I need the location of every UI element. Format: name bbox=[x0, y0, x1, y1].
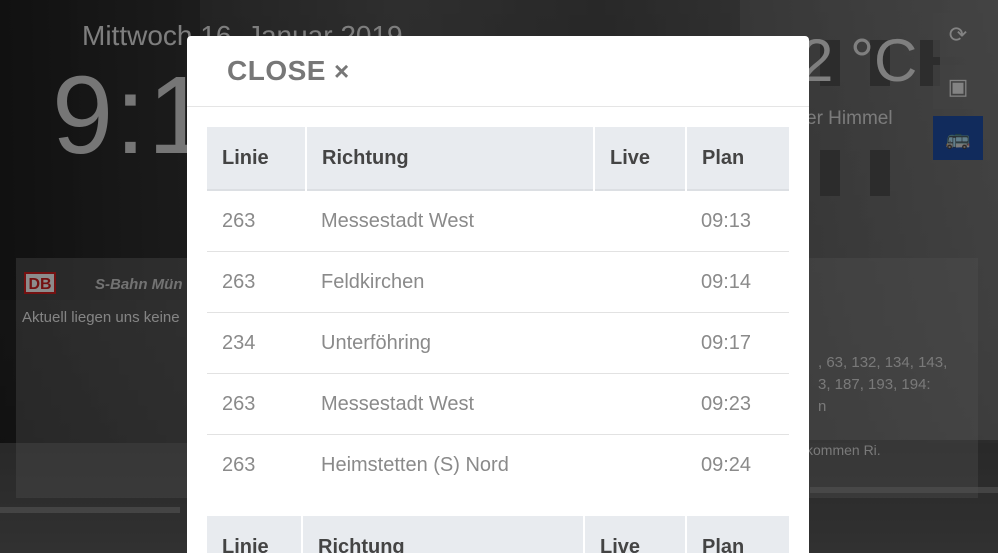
column-header-live: Live bbox=[594, 127, 687, 190]
cell-richtung: Unterföhring bbox=[306, 312, 594, 374]
column-header-linie: Linie bbox=[207, 516, 303, 553]
cell-live bbox=[594, 312, 686, 374]
column-header-richtung: Richtung bbox=[306, 127, 595, 190]
modal-header: CLOSE × bbox=[187, 36, 809, 107]
cell-linie: 263 bbox=[207, 373, 306, 435]
cell-richtung: Messestadt West bbox=[306, 189, 594, 252]
cell-linie: 263 bbox=[207, 434, 306, 495]
table-row: 263 Heimstetten (S) Nord 09:24 bbox=[207, 434, 789, 495]
cell-plan: 09:17 bbox=[686, 312, 789, 374]
departures-modal: CLOSE × Linie Richtung Live Plan 263 Mes… bbox=[187, 36, 809, 553]
column-header-linie: Linie bbox=[207, 127, 307, 190]
departures-table-second: Linie Richtung Live Plan bbox=[207, 516, 789, 553]
close-icon: × bbox=[333, 55, 350, 86]
cell-live bbox=[594, 373, 686, 435]
table-row: 234 Unterföhring 09:17 bbox=[207, 312, 789, 374]
cell-plan: 09:13 bbox=[686, 189, 789, 252]
departures-table: Linie Richtung Live Plan 263 Messestadt … bbox=[207, 127, 789, 495]
cell-linie: 263 bbox=[207, 189, 306, 252]
cell-live bbox=[594, 189, 686, 252]
column-header-live: Live bbox=[584, 516, 687, 553]
close-button[interactable]: CLOSE × bbox=[227, 55, 350, 87]
table-row: 263 Messestadt West 09:13 bbox=[207, 189, 789, 252]
cell-live bbox=[594, 251, 686, 313]
cell-plan: 09:23 bbox=[686, 373, 789, 435]
cell-linie: 263 bbox=[207, 251, 306, 313]
table-header-row: Linie Richtung Live Plan bbox=[207, 127, 789, 190]
cell-plan: 09:14 bbox=[686, 251, 789, 313]
column-header-plan: Plan bbox=[686, 516, 789, 553]
cell-richtung: Heimstetten (S) Nord bbox=[306, 434, 594, 495]
cell-linie: 234 bbox=[207, 312, 306, 374]
cell-live bbox=[594, 434, 686, 495]
cell-richtung: Feldkirchen bbox=[306, 251, 594, 313]
column-header-plan: Plan bbox=[686, 127, 789, 190]
table-row: 263 Feldkirchen 09:14 bbox=[207, 251, 789, 313]
cell-richtung: Messestadt West bbox=[306, 373, 594, 435]
close-label: CLOSE bbox=[227, 55, 326, 86]
cell-plan: 09:24 bbox=[686, 434, 789, 495]
column-header-richtung: Richtung bbox=[302, 516, 585, 553]
table-header-row: Linie Richtung Live Plan bbox=[207, 516, 789, 553]
table-row: 263 Messestadt West 09:23 bbox=[207, 373, 789, 435]
